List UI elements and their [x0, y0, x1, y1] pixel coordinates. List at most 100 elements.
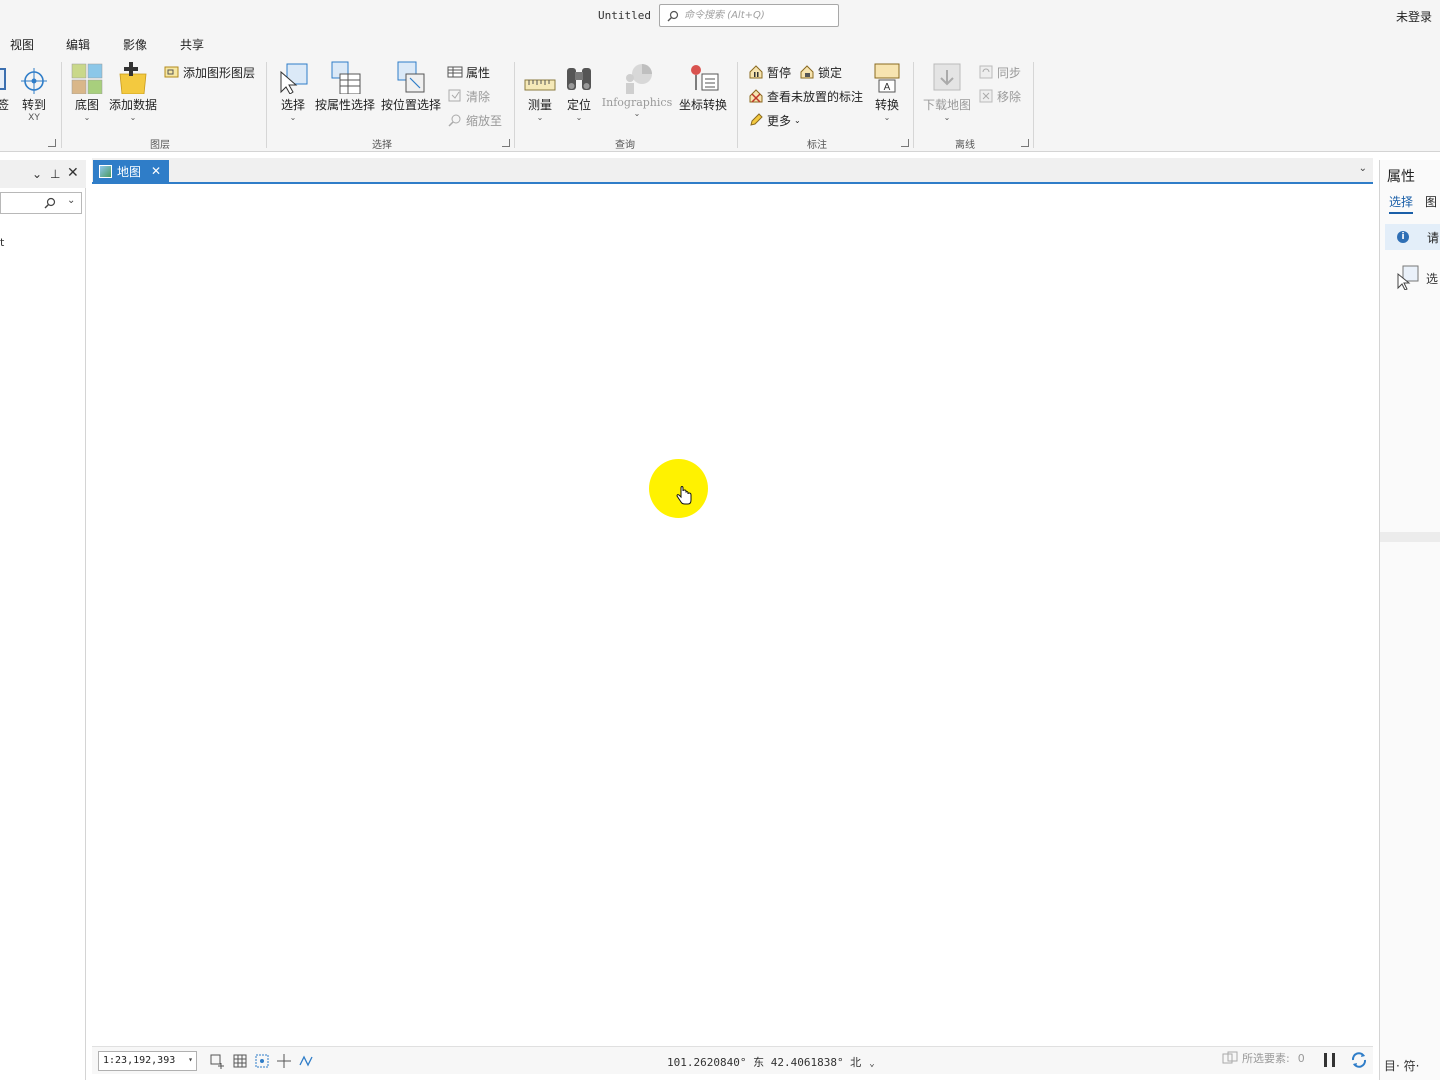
close-icon[interactable]: ✕: [151, 164, 161, 178]
infographics-button[interactable]: Infographics ⌄: [600, 60, 674, 118]
select-by-location-button[interactable]: 按位置选择: [380, 60, 442, 113]
coordinate-readout[interactable]: 101.2620840° 东 42.4061838° 北 ⌄: [667, 1054, 875, 1070]
pause-labeling-button[interactable]: 暂停: [748, 62, 791, 82]
signin-status[interactable]: 未登录: [1396, 8, 1432, 25]
sync-button[interactable]: 同步: [978, 62, 1021, 82]
selected-features-indicator[interactable]: 所选要素: 0: [1222, 1050, 1305, 1066]
chevron-down-icon: ⌄: [794, 115, 801, 125]
chevron-down-icon[interactable]: ⌄: [32, 167, 42, 181]
selection-group-label: 选择: [372, 140, 392, 151]
ruler-icon: [524, 79, 556, 91]
close-icon[interactable]: ✕: [67, 165, 79, 181]
command-search-box[interactable]: [659, 4, 839, 27]
inquiry-group-label: 查询: [615, 140, 635, 151]
graphics-layer-icon: [164, 66, 179, 78]
goto-xy-button[interactable]: 转到 XY: [18, 60, 50, 123]
convert-coordinates-button[interactable]: 坐标转换: [678, 60, 728, 113]
pane-splitter[interactable]: [1380, 532, 1440, 542]
search-icon: [44, 197, 56, 209]
add-data-icon: [119, 62, 147, 94]
pause-drawing-button[interactable]: [1324, 1053, 1335, 1067]
zoom-to-selection-button[interactable]: 缩放至: [447, 110, 502, 130]
offline-group-launcher[interactable]: [1021, 139, 1029, 147]
view-unplaced-labels-button[interactable]: 查看未放置的标注: [748, 86, 863, 106]
map-view: 地图 ✕ ⌄ 1:23,192,393 ▾ 101.2620840° 东 42.…: [92, 158, 1373, 1074]
contents-search-box[interactable]: ⌄: [0, 192, 82, 214]
convert-labels-button[interactable]: A 转换 ⌄: [870, 60, 904, 122]
tab-view[interactable]: 视图: [10, 36, 34, 53]
chevron-down-icon[interactable]: ⌄: [869, 1059, 874, 1069]
ribbon-tabs: 视图 编辑 影像 共享: [0, 32, 1440, 56]
bookmarks-button[interactable]: 签: [0, 60, 12, 113]
ribbon: 签 转到 XY 底图 ⌄ 添加数据 ⌄ 添加图形图层 图层 选择 ⌄ 按属性选择…: [0, 56, 1440, 152]
table-icon: [447, 66, 463, 78]
clear-icon: [448, 89, 461, 102]
pane-footer-tools[interactable]: 目· 符·: [1384, 1057, 1419, 1074]
more-labeling-button[interactable]: 更多 ⌄: [748, 110, 801, 130]
tab-selection[interactable]: 选择: [1389, 193, 1414, 214]
tab-edit[interactable]: 编辑: [66, 36, 90, 53]
grid-icon[interactable]: [232, 1053, 248, 1069]
attributes-button[interactable]: 属性: [447, 62, 490, 82]
basemap-icon: [71, 63, 103, 94]
tab-imagery[interactable]: 影像: [123, 36, 147, 53]
offline-group-label: 离线: [955, 140, 975, 151]
scale-selector[interactable]: 1:23,192,393 ▾: [98, 1051, 197, 1071]
selection-group-launcher[interactable]: [502, 139, 510, 147]
contents-pane-header: ⌄ ⊥ ✕: [0, 160, 86, 188]
title-bar: Untitled 未登录: [0, 0, 1440, 32]
labeling-group-launcher[interactable]: [901, 139, 909, 147]
hand-cursor-icon: [676, 486, 692, 505]
add-data-button[interactable]: 添加数据 ⌄: [106, 60, 160, 122]
add-graphics-layer-button[interactable]: 添加图形图层: [164, 62, 255, 82]
map-icon: [99, 164, 112, 178]
select-tool-icon[interactable]: [1396, 264, 1420, 290]
lock-icon: [800, 65, 814, 79]
convert-labels-icon: A: [874, 63, 900, 93]
window-title: Untitled: [598, 9, 651, 22]
pane-title: 属性: [1387, 169, 1415, 185]
snapping-icon[interactable]: [254, 1053, 270, 1069]
crosshair-icon[interactable]: [276, 1053, 292, 1069]
nav-group-launcher[interactable]: [48, 139, 56, 147]
select-by-location-icon: [397, 61, 425, 93]
download-map-button[interactable]: 下载地图 ⌄: [921, 60, 973, 122]
refresh-icon[interactable]: [1350, 1051, 1368, 1069]
basemap-button[interactable]: 底图 ⌄: [68, 60, 106, 122]
correction-icon[interactable]: [298, 1053, 314, 1069]
bookmark-icon: [0, 68, 6, 90]
select-by-attributes-button[interactable]: 按属性选择: [314, 60, 376, 113]
labeling-group-label: 标注: [807, 140, 827, 151]
info-icon: i: [1397, 231, 1409, 243]
lock-labels-button[interactable]: 锁定: [799, 62, 842, 82]
map-status-bar: 1:23,192,393 ▾ 101.2620840° 东 42.4061838…: [92, 1046, 1373, 1074]
select-button[interactable]: 选择 ⌄: [276, 60, 310, 122]
chevron-down-icon[interactable]: ⌄: [67, 195, 75, 206]
map-canvas[interactable]: [92, 184, 1373, 1046]
tab-map[interactable]: 地图 ✕: [93, 160, 169, 182]
measure-button[interactable]: 测量 ⌄: [522, 60, 558, 122]
coordinate-conversion-icon: [691, 65, 719, 91]
fixed-zoom-icon[interactable]: [209, 1053, 225, 1069]
tab-geometry[interactable]: 图: [1425, 193, 1437, 210]
pin-icon[interactable]: ⊥: [50, 167, 60, 181]
binoculars-icon: [567, 68, 591, 90]
selected-features-icon: [1222, 1051, 1238, 1064]
contents-list-item[interactable]: t: [0, 236, 4, 249]
clear-selection-button[interactable]: 清除: [447, 86, 490, 106]
locate-button[interactable]: 定位 ⌄: [562, 60, 596, 122]
unplaced-labels-icon: [749, 89, 763, 103]
chevron-down-icon[interactable]: ⌄: [1359, 163, 1367, 174]
group-separator: [913, 62, 914, 148]
command-search-input[interactable]: [684, 7, 834, 24]
svg-text:A: A: [884, 82, 891, 93]
layer-group-label: 图层: [150, 140, 170, 151]
search-icon: [667, 10, 679, 22]
tab-share[interactable]: 共享: [180, 36, 204, 53]
contents-pane: ⌄ ⊥ ✕ ⌄ t: [0, 160, 86, 1080]
group-separator: [737, 62, 738, 148]
pencil-icon: [750, 113, 763, 126]
map-tab-bar: 地图 ✕ ⌄: [92, 158, 1373, 184]
remove-offline-button[interactable]: 移除: [978, 86, 1021, 106]
crosshair-icon: [21, 68, 47, 94]
